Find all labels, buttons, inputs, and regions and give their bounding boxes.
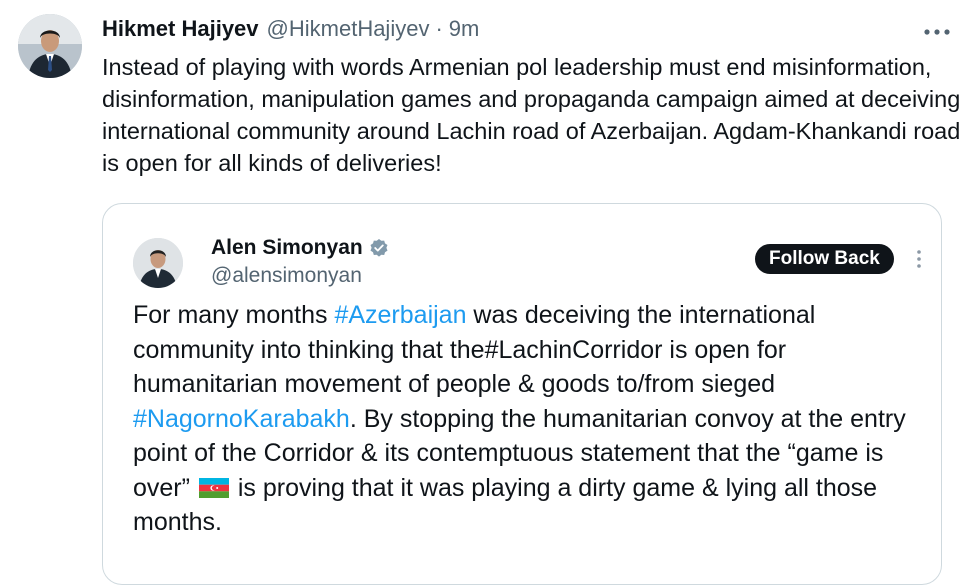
- quote-author-handle[interactable]: @alensimonyan: [211, 264, 362, 288]
- quote-author-name[interactable]: Alen Simonyan: [211, 236, 363, 260]
- author-avatar[interactable]: [18, 14, 82, 78]
- hashtag-nagornokarabakh[interactable]: #NagornoKarabakh: [133, 405, 350, 433]
- tweet[interactable]: Hikmet Hajiyev @HikmetHajiyev · 9m Inste…: [0, 0, 980, 585]
- verified-badge-icon: [369, 238, 389, 258]
- author-name[interactable]: Hikmet Hajiyev: [102, 16, 259, 42]
- person-avatar-icon: [133, 238, 183, 288]
- author-handle[interactable]: @HikmetHajiyev: [267, 16, 430, 42]
- quote-author-row: Alen Simonyan: [211, 236, 389, 260]
- follow-back-button[interactable]: Follow Back: [755, 244, 894, 274]
- quote-author-avatar[interactable]: [133, 238, 183, 288]
- azerbaijan-flag-icon: [198, 473, 229, 498]
- tweet-header: Hikmet Hajiyev @HikmetHajiyev · 9m: [102, 16, 479, 42]
- more-vertical-icon[interactable]: [913, 248, 925, 270]
- tweet-text: Instead of playing with words Armenian p…: [102, 54, 961, 176]
- quote-text: For many months #Azerbaijan was deceivin…: [133, 298, 923, 540]
- separator-dot: ·: [435, 16, 443, 41]
- tweet-timestamp[interactable]: 9m: [449, 16, 480, 42]
- quoted-tweet[interactable]: Alen Simonyan @alensimonyan Follow Back …: [102, 203, 942, 585]
- person-avatar-icon: [18, 14, 82, 78]
- quote-text-segment: For many months: [133, 301, 335, 329]
- quote-text-segment: is proving that it was playing a dirty g…: [133, 473, 878, 537]
- more-horizontal-icon[interactable]: [920, 18, 954, 46]
- hashtag-azerbaijan[interactable]: #Azerbaijan: [334, 301, 466, 329]
- hashtag-lachincorridor[interactable]: #LachinCorridor: [485, 336, 663, 364]
